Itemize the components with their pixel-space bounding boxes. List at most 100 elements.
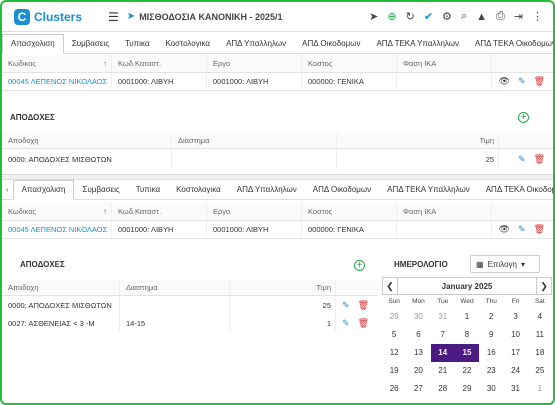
tab-apd-teka-oikodomon[interactable]: ΑΠΔ ΤΕΚΑ Οικοδομων [478, 185, 553, 199]
add-apodoxi-icon[interactable]: + [354, 260, 365, 271]
calendar-day[interactable]: 20 [406, 362, 430, 380]
col-timi[interactable]: Τιμη [230, 280, 336, 295]
calendar-day[interactable]: 10 [503, 326, 527, 344]
calendar-day[interactable]: 16 [479, 344, 503, 362]
tab-apasxolisi[interactable]: Απασχολιση [2, 34, 64, 54]
col-kodikos[interactable]: Κωδικος [8, 207, 36, 216]
refresh-icon[interactable]: ↻ [406, 10, 415, 23]
calendar-day[interactable]: 29 [455, 380, 479, 398]
more-icon[interactable]: ⋮ [532, 10, 543, 23]
calendar-day[interactable]: 13 [406, 344, 430, 362]
col-kod-katast[interactable]: Κωδ.Καταστ. [112, 203, 207, 220]
add-apodoxi-icon-top[interactable]: + [518, 112, 529, 123]
table-row[interactable]: 0000: ΑΠΟΔΟΧΕΣ ΜΙΣΘΩΤΩΝ 25 ✎ 🗑 [2, 149, 553, 169]
add-icon[interactable]: ⊕ [387, 10, 396, 23]
view-icon[interactable]: 👁 [499, 224, 510, 235]
calendar-day[interactable]: 30 [406, 308, 430, 326]
calendar-day[interactable]: 3 [503, 308, 527, 326]
print-icon[interactable]: ⎙ [496, 10, 505, 23]
logout-icon[interactable]: ⇥ [514, 10, 523, 23]
table-row[interactable]: 0027: ΑΣΘΕΝΕΙΑΣ < 3 -Μ 14-15 1 ✎ 🗑 [2, 314, 377, 332]
tab-apd-oikodomon[interactable]: ΑΠΔ Οικοδομων [305, 185, 379, 199]
edit-icon[interactable]: ✎ [518, 76, 526, 87]
col-kod-katast[interactable]: Κωδ.Καταστ. [112, 55, 207, 72]
tab-symvaseis[interactable]: Συμβασεις [64, 39, 117, 53]
view-icon[interactable]: 👁 [499, 76, 510, 87]
calendar-day[interactable]: 25 [528, 362, 552, 380]
calendar-day[interactable]: 30 [479, 380, 503, 398]
delete-icon[interactable]: 🗑 [358, 318, 369, 329]
calendar-day[interactable]: 2 [479, 308, 503, 326]
tab-apd-ypallilon[interactable]: ΑΠΔ Υπαλληλων [218, 39, 294, 53]
calendar-day[interactable]: 21 [431, 362, 455, 380]
sort-arrow-icon[interactable]: ↑ [103, 207, 111, 216]
delete-icon[interactable]: 🗑 [534, 76, 545, 87]
calendar-day[interactable]: 24 [503, 362, 527, 380]
col-ergo[interactable]: Εργο [207, 203, 302, 220]
table-row[interactable]: 00045 ΛΕΠΕΝΟΣ ΝΙΚΟΛΑΟΣ 0001000: ΛΙΒΥΗ 00… [2, 221, 553, 239]
col-fasi-ika[interactable]: Φαση ΙΚΑ [397, 203, 492, 220]
tab-kostologika[interactable]: Κοστολογικα [168, 185, 229, 199]
logo[interactable]: C Clusters [14, 8, 82, 25]
col-kostos[interactable]: Κοστος [302, 203, 397, 220]
tab-apd-ypallilon[interactable]: ΑΠΔ Υπαλληλων [229, 185, 305, 199]
col-apodoxi[interactable]: Αποδοχη [2, 280, 120, 295]
col-ergo[interactable]: Εργο [207, 55, 302, 72]
delete-icon[interactable]: 🗑 [358, 300, 369, 311]
chevron-left-icon[interactable]: ‹ [2, 185, 13, 199]
calendar-day[interactable]: 18 [528, 344, 552, 362]
tab-apasxolisi[interactable]: Απασχολιση [12, 180, 75, 200]
tab-typika[interactable]: Τυπικα [117, 39, 157, 53]
tab-apd-teka-ypallilon[interactable]: ΑΠΔ ΤΕΚΑ Υπαλληλων [379, 185, 478, 199]
col-kodikos[interactable]: Κωδικος [8, 59, 36, 68]
calendar-day[interactable]: 17 [503, 344, 527, 362]
calendar-day[interactable]: 26 [382, 380, 406, 398]
edit-icon[interactable]: ✎ [518, 224, 526, 235]
calendar-day[interactable]: 1 [528, 380, 552, 398]
menu-icon[interactable]: ☰ [108, 10, 119, 24]
col-fasi-ika[interactable]: Φαση ΙΚΑ [397, 55, 492, 72]
col-diastima[interactable]: Διαστημα [120, 280, 230, 295]
col-diastima[interactable]: Διαστημα [172, 133, 337, 148]
send-icon[interactable]: ➤ [369, 10, 378, 23]
calendar-day[interactable]: 14 [430, 344, 455, 362]
tab-apd-teka-oikodomon[interactable]: ΑΠΔ ΤΕΚΑ Οικοδομων [467, 39, 553, 53]
gear-icon[interactable]: ⚙ [442, 10, 452, 23]
calendar-day[interactable]: 19 [382, 362, 406, 380]
edit-icon[interactable]: ✎ [342, 300, 350, 311]
calendar-day[interactable]: 5 [382, 326, 406, 344]
calendar-day[interactable]: 31 [503, 380, 527, 398]
calendar-day[interactable]: 1 [455, 308, 479, 326]
search-icon[interactable]: ⌕ [461, 10, 467, 23]
calendar-day[interactable]: 7 [431, 326, 455, 344]
table-row[interactable]: 00045 ΛΕΠΕΝΟΣ ΝΙΚΟΛΑΟΣ 0001000: ΛΙΒΥΗ 00… [2, 73, 553, 91]
tab-typika[interactable]: Τυπικα [128, 185, 168, 199]
calendar-day[interactable]: 22 [455, 362, 479, 380]
employee-code[interactable]: 00045 ΛΕΠΕΝΟΣ ΝΙΚΟΛΑΟΣ [2, 73, 112, 90]
calendar-day[interactable]: 15 [454, 344, 480, 362]
calendar-day[interactable]: 8 [455, 326, 479, 344]
calendar-day[interactable]: 6 [406, 326, 430, 344]
calendar-day[interactable]: 9 [479, 326, 503, 344]
tab-apd-oikodomon[interactable]: ΑΠΔ Οικοδομων [294, 39, 368, 53]
tab-kostologika[interactable]: Κοστολογικα [157, 39, 218, 53]
check-icon[interactable]: ✔ [424, 10, 433, 23]
table-row[interactable]: 0000: ΑΠΟΔΟΧΕΣ ΜΙΣΘΩΤΩΝ 25 ✎ 🗑 [2, 296, 377, 314]
calendar-day[interactable]: 31 [431, 308, 455, 326]
delete-icon[interactable]: 🗑 [534, 224, 545, 235]
col-apodoxi[interactable]: Αποδοχη [2, 133, 172, 148]
col-kostos[interactable]: Κοστος [302, 55, 397, 72]
calendar-day[interactable]: 11 [528, 326, 552, 344]
employee-code[interactable]: 00045 ΛΕΠΕΝΟΣ ΝΙΚΟΛΑΟΣ [2, 221, 112, 238]
delete-icon[interactable]: 🗑 [534, 154, 545, 165]
edit-icon[interactable]: ✎ [342, 318, 350, 329]
calendar-day[interactable]: 23 [479, 362, 503, 380]
calendar-day[interactable]: 4 [528, 308, 552, 326]
graduation-icon[interactable]: ▲ [476, 11, 487, 23]
prev-month-button[interactable]: ❮ [382, 277, 398, 295]
next-month-button[interactable]: ❯ [536, 277, 552, 295]
edit-icon[interactable]: ✎ [518, 154, 526, 165]
calendar-day[interactable]: 28 [431, 380, 455, 398]
calendar-day[interactable]: 12 [382, 344, 406, 362]
calendar-day[interactable]: 27 [406, 380, 430, 398]
